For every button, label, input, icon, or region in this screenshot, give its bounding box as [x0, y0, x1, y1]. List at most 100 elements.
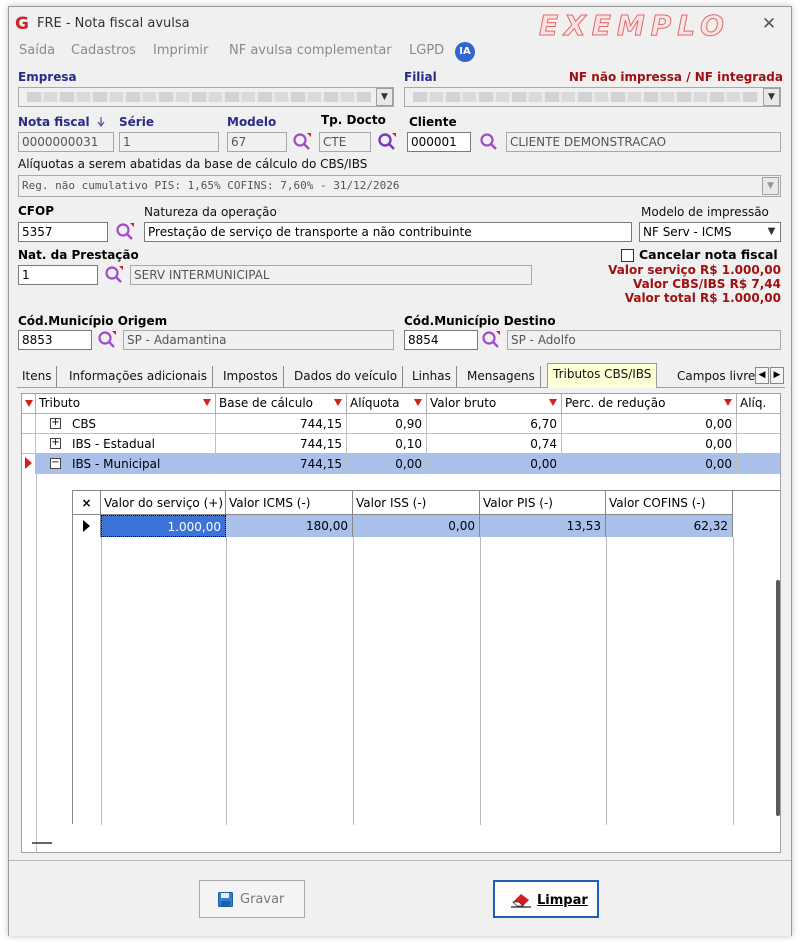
- menu-nf-avulsa-complementar[interactable]: NF avulsa complementar: [229, 43, 392, 58]
- cliente-code-input[interactable]: 000001: [407, 132, 471, 152]
- table-row[interactable]: + IBS - Estadual 744,15 0,10 0,74 0,00: [22, 434, 780, 454]
- detail-cell-iss[interactable]: 0,00: [353, 515, 480, 537]
- limpar-button[interactable]: Limpar: [493, 880, 599, 918]
- vertical-scrollbar[interactable]: [776, 580, 780, 816]
- app-logo-icon: G: [15, 14, 29, 34]
- mun-destino-search-icon[interactable]: [481, 330, 501, 350]
- col-aliquota-header[interactable]: Alíquota: [347, 394, 427, 414]
- filter-icon[interactable]: [724, 399, 732, 406]
- detail-col-icms[interactable]: Valor ICMS (-): [226, 491, 353, 515]
- empresa-dropdown-icon[interactable]: ▼: [376, 88, 393, 106]
- save-icon: [218, 892, 233, 907]
- modelo-impressao-select[interactable]: NF Serv - ICMS: [639, 222, 781, 242]
- title-bar: G FRE - Nota fiscal avulsa EXEMPLO ✕: [9, 7, 791, 43]
- modelo-label: Modelo: [227, 115, 277, 129]
- expand-icon[interactable]: +: [50, 418, 61, 429]
- gravar-label: Gravar: [240, 892, 285, 907]
- col-aliq-header[interactable]: Alíq.: [737, 394, 780, 414]
- empresa-redacted: [27, 92, 371, 102]
- cfop-input[interactable]: 5357: [18, 222, 108, 242]
- menu-cadastros[interactable]: Cadastros: [71, 43, 136, 58]
- mun-origem-search-icon[interactable]: [97, 330, 117, 350]
- natureza-label: Natureza da operação: [144, 205, 277, 219]
- cfop-search-icon[interactable]: [115, 222, 135, 242]
- expand-icon[interactable]: +: [50, 438, 61, 449]
- modelo-impressao-dropdown-icon[interactable]: ▼: [763, 223, 780, 241]
- detail-cell-pis[interactable]: 13,53: [480, 515, 606, 537]
- tp-docto-search-icon[interactable]: [377, 132, 397, 152]
- menu-imprimir[interactable]: Imprimir: [153, 43, 208, 58]
- mun-origem-input[interactable]: 8853: [18, 330, 92, 350]
- col-base-header[interactable]: Base de cálculo: [216, 394, 347, 414]
- table-row-selected[interactable]: − IBS - Municipal 744,15 0,00 0,00 0,00: [22, 454, 780, 474]
- collapse-icon[interactable]: −: [50, 458, 61, 469]
- tab-scroll-left-icon[interactable]: ◀: [755, 367, 769, 384]
- cell-bruto: 0,74: [427, 434, 562, 454]
- tab-strip: Itens Informações adicionais Impostos Da…: [17, 363, 785, 388]
- nat-prestacao-input[interactable]: 1: [18, 265, 98, 285]
- serie-input[interactable]: 1: [119, 132, 219, 152]
- tab-scroll-right-icon[interactable]: ▶: [770, 367, 784, 384]
- filter-icon[interactable]: [203, 399, 211, 406]
- tab-linhas[interactable]: Linhas: [407, 366, 457, 387]
- grid-line: [480, 537, 481, 825]
- tp-docto-input[interactable]: CTE: [319, 132, 371, 152]
- cell-base: 744,15: [216, 454, 347, 474]
- table-row[interactable]: + CBS 744,15 0,90 6,70 0,00: [22, 414, 780, 434]
- cell-tributo: IBS - Municipal: [68, 454, 216, 474]
- tab-campos-livre[interactable]: Campos livre: [672, 366, 760, 387]
- detail-close-icon[interactable]: ×: [73, 491, 101, 515]
- cell-reducao: 0,00: [562, 454, 737, 474]
- col-tributo-header[interactable]: Tributo: [36, 394, 216, 414]
- tab-tributos-cbs-ibs[interactable]: Tributos CBS/IBS: [547, 363, 658, 388]
- tributos-grid: Tributo Base de cálculo Alíquota Valor b…: [21, 393, 781, 853]
- menu-saida[interactable]: Saída: [19, 43, 55, 58]
- nat-prestacao-search-icon[interactable]: [104, 265, 124, 285]
- detail-cell-icms[interactable]: 180,00: [226, 515, 353, 537]
- grid-menu-icon[interactable]: [25, 400, 33, 407]
- filial-redacted: [413, 92, 758, 102]
- aliquotas-select[interactable]: Reg. não cumulativo PIS: 1,65% COFINS: 7…: [18, 175, 781, 197]
- menu-lgpd[interactable]: LGPD: [409, 43, 444, 58]
- modelo-input[interactable]: 67: [227, 132, 287, 152]
- tab-mensagens[interactable]: Mensagens: [462, 366, 541, 387]
- filter-icon[interactable]: [549, 399, 557, 406]
- col-bruto-header[interactable]: Valor bruto: [427, 394, 562, 414]
- filial-dropdown-icon[interactable]: ▼: [763, 88, 780, 106]
- valor-total-text: Valor total R$ 1.000,00: [624, 291, 781, 305]
- cancelar-checkbox[interactable]: [621, 249, 634, 262]
- mun-destino-input[interactable]: 8854: [404, 330, 478, 350]
- tab-itens[interactable]: Itens: [17, 366, 58, 387]
- filter-icon[interactable]: [414, 399, 422, 406]
- tab-informacoes-adicionais[interactable]: Informações adicionais: [64, 366, 213, 387]
- detail-col-cofins[interactable]: Valor COFINS (-): [606, 491, 733, 515]
- detail-cell-cofins[interactable]: 62,32: [606, 515, 733, 537]
- detail-cell-servico[interactable]: 1.000,00: [101, 515, 226, 537]
- col-reducao-header[interactable]: Perc. de redução: [562, 394, 737, 414]
- detail-col-pis[interactable]: Valor PIS (-): [480, 491, 606, 515]
- gutter-line: [36, 474, 37, 852]
- cliente-search-icon[interactable]: [479, 132, 499, 152]
- empresa-select[interactable]: [18, 87, 394, 107]
- grid-line: [606, 537, 607, 825]
- modelo-impressao-label: Modelo de impressão: [641, 205, 769, 219]
- detail-col-iss[interactable]: Valor ISS (-): [353, 491, 480, 515]
- gravar-button[interactable]: Gravar: [199, 880, 305, 918]
- watermark-text: EXEMPLO: [539, 9, 730, 43]
- filial-select[interactable]: [404, 87, 781, 107]
- col-aliquota-label: Alíquota: [350, 396, 400, 410]
- tab-impostos[interactable]: Impostos: [218, 366, 284, 387]
- cell-tributo: IBS - Estadual: [68, 434, 216, 454]
- detail-col-servico[interactable]: Valor do serviço (+): [101, 491, 226, 515]
- tab-dados-veiculo[interactable]: Dados do veículo: [289, 366, 404, 387]
- cell-bruto: 6,70: [427, 414, 562, 434]
- filter-icon[interactable]: [334, 399, 342, 406]
- grid-line: [733, 537, 734, 825]
- limpar-label: Limpar: [537, 893, 588, 908]
- modelo-search-icon[interactable]: [292, 132, 312, 152]
- ia-badge-icon[interactable]: IA: [455, 42, 475, 62]
- close-icon[interactable]: ✕: [757, 13, 781, 35]
- nota-fiscal-input[interactable]: 0000000031: [18, 132, 114, 152]
- aliquotas-dropdown-icon[interactable]: ▼: [762, 177, 779, 195]
- natureza-input[interactable]: Prestação de serviço de transporte a não…: [144, 222, 632, 242]
